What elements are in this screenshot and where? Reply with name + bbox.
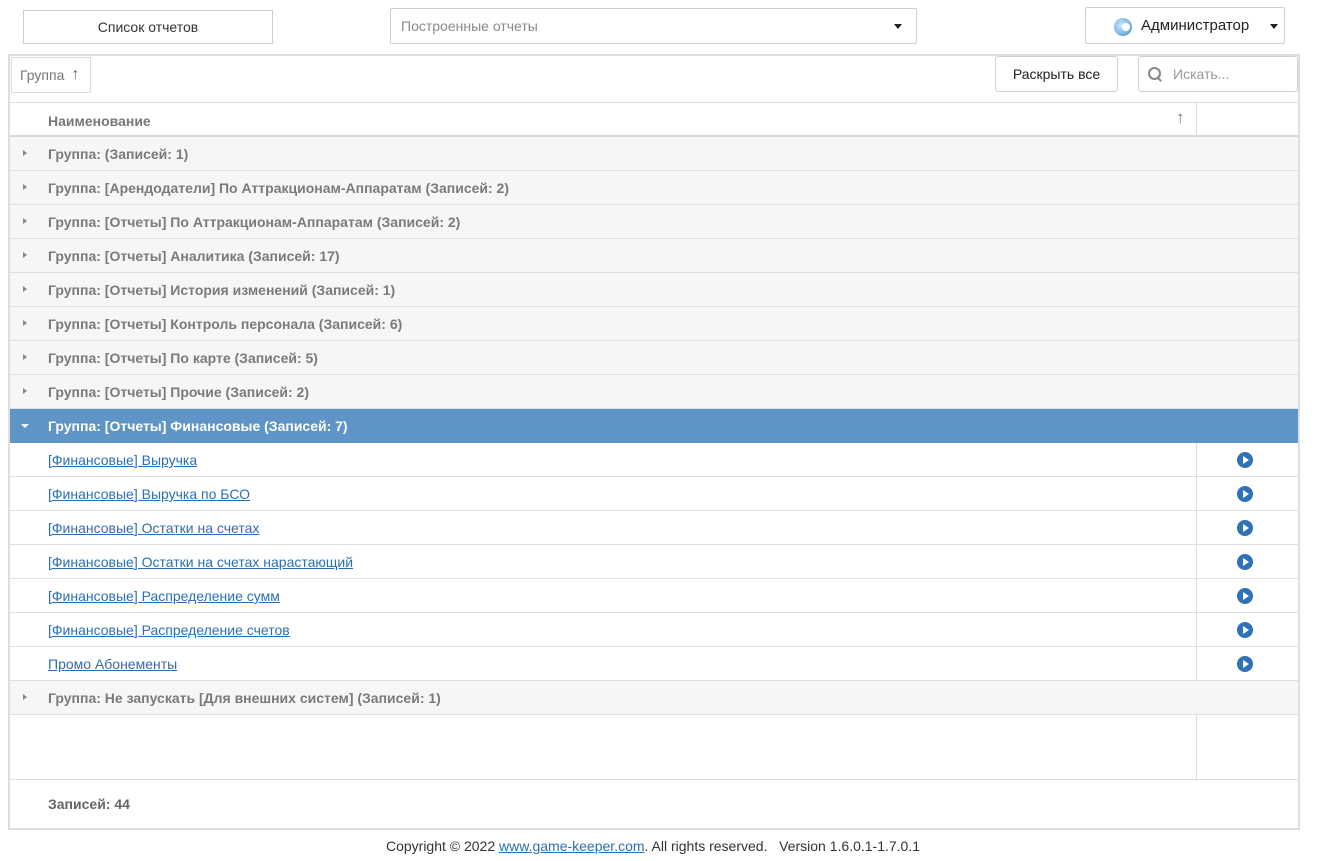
group-row[interactable]: Группа: Не запускать [Для внешних систем… [10,681,1298,715]
group-row[interactable]: Группа: [Отчеты] По карте (Записей: 5) [10,341,1298,375]
expand-arrow-icon[interactable] [23,320,27,326]
user-avatar-icon [1114,18,1132,36]
chevron-down-icon [894,24,902,29]
grid-toolbar: Группа ↑ Раскрыть все Искать... [10,56,1298,102]
group-row[interactable]: Группа: [Отчеты] История изменений (Запи… [10,273,1298,307]
group-label: Группа: Не запускать [Для внешних систем… [48,690,441,706]
group-by-chip[interactable]: Группа ↑ [11,57,91,93]
search-input[interactable]: Искать... [1138,56,1298,92]
user-name: Администратор [1141,17,1250,34]
expand-arrow-icon[interactable] [23,388,27,394]
sort-ascending-icon: ↑ [71,66,80,83]
report-link[interactable]: [Финансовые] Выручка по БСО [48,486,250,502]
expand-arrow-icon[interactable] [23,184,27,190]
report-row: [Финансовые] Остатки на счетах [10,511,1298,545]
report-row: [Финансовые] Остатки на счетах нарастающ… [10,545,1298,579]
group-row[interactable]: Группа: [Отчеты] Прочие (Записей: 2) [10,375,1298,409]
column-header-name[interactable]: Наименование [48,113,151,129]
expand-all-button[interactable]: Раскрыть все [995,56,1118,92]
report-link[interactable]: Промо Абонементы [48,656,177,672]
expand-arrow-icon[interactable] [23,354,27,360]
group-label: Группа: [Отчеты] Контроль персонала (Зап… [48,316,403,332]
report-row: [Финансовые] Выручка [10,443,1298,477]
group-label: Группа: [Отчеты] Аналитика (Записей: 17) [48,248,340,264]
run-report-play-icon[interactable] [1237,656,1253,672]
report-row: Промо Абонементы [10,647,1298,681]
expand-arrow-icon[interactable] [23,694,27,700]
column-divider [1196,511,1197,544]
column-divider [1196,579,1197,612]
group-label: Группа: (Записей: 1) [48,146,189,162]
group-label: Группа: [Отчеты] По Аттракционам-Аппарат… [48,214,461,230]
report-row: [Финансовые] Распределение счетов [10,613,1298,647]
run-report-play-icon[interactable] [1237,486,1253,502]
report-link[interactable]: [Финансовые] Остатки на счетах нарастающ… [48,554,353,570]
group-row[interactable]: Группа: (Записей: 1) [10,137,1298,171]
report-link[interactable]: [Финансовые] Распределение сумм [48,588,280,604]
grid-footer: Записей: 44 [10,780,1298,828]
reports-grid: Наименование ↑ Группа: (Записей: 1) Групп… [10,102,1298,828]
expand-arrow-icon[interactable] [23,286,27,292]
top-bar: Список отчетов Построенные отчеты Админи… [0,0,1318,54]
report-link[interactable]: [Финансовые] Выручка [48,452,197,468]
reports-panel: Группа ↑ Раскрыть все Искать... Наименов… [8,54,1300,830]
group-row-active[interactable]: Группа: [Отчеты] Финансовые (Записей: 7) [10,409,1298,443]
group-row[interactable]: Группа: [Отчеты] По Аттракционам-Аппарат… [10,205,1298,239]
run-report-play-icon[interactable] [1237,622,1253,638]
group-row[interactable]: Группа: [Отчеты] Аналитика (Записей: 17) [10,239,1298,273]
group-label: Группа: [Отчеты] По карте (Записей: 5) [48,350,318,366]
report-link[interactable]: [Финансовые] Остатки на счетах [48,520,259,536]
group-label: Группа: [Арендодатели] По Аттракционам-А… [48,180,510,196]
copyright-suffix: . All rights reserved. [644,838,768,854]
version-label: Version 1.6.0.1-1.7.0.1 [779,838,921,854]
search-icon [1147,66,1163,82]
user-menu-button[interactable]: Администратор [1085,7,1285,44]
site-link[interactable]: www.game-keeper.com [499,838,645,854]
report-link[interactable]: [Финансовые] Распределение счетов [48,622,290,638]
copyright-prefix: Copyright © 2022 [385,838,500,854]
column-divider [1196,477,1197,510]
group-row[interactable]: Группа: [Арендодатели] По Аттракционам-А… [10,171,1298,205]
column-divider [1196,545,1197,578]
records-count: Записей: 44 [48,796,130,812]
group-label: Группа: [Отчеты] Финансовые (Записей: 7) [48,418,348,434]
grid-header: Наименование ↑ [10,102,1298,137]
chevron-down-icon[interactable] [1270,24,1278,29]
column-divider [1196,715,1197,779]
run-report-play-icon[interactable] [1237,520,1253,536]
reports-type-select[interactable]: Построенные отчеты [390,8,917,44]
run-report-play-icon[interactable] [1237,452,1253,468]
column-divider [1196,613,1197,646]
expand-arrow-icon[interactable] [23,252,27,258]
expand-arrow-icon[interactable] [23,150,27,156]
column-divider [1196,647,1197,680]
group-by-label: Группа [20,67,65,83]
run-report-play-icon[interactable] [1237,588,1253,604]
search-placeholder: Искать... [1173,66,1230,82]
group-label: Группа: [Отчеты] Прочие (Записей: 2) [48,384,309,400]
grid-empty-space [10,715,1298,780]
column-divider [1196,103,1197,136]
sort-ascending-icon[interactable]: ↑ [1176,108,1185,128]
copyright-footer: Copyright © 2022 www.game-keeper.com. Al… [0,838,1306,854]
group-label: Группа: [Отчеты] История изменений (Запи… [48,282,396,298]
column-divider [1196,443,1197,476]
report-row: [Финансовые] Выручка по БСО [10,477,1298,511]
collapse-arrow-icon[interactable] [21,424,29,428]
report-row: [Финансовые] Распределение сумм [10,579,1298,613]
expand-arrow-icon[interactable] [23,218,27,224]
run-report-play-icon[interactable] [1237,554,1253,570]
group-row[interactable]: Группа: [Отчеты] Контроль персонала (Зап… [10,307,1298,341]
reports-type-select-value: Построенные отчеты [401,18,538,34]
reports-list-button[interactable]: Список отчетов [23,10,273,44]
